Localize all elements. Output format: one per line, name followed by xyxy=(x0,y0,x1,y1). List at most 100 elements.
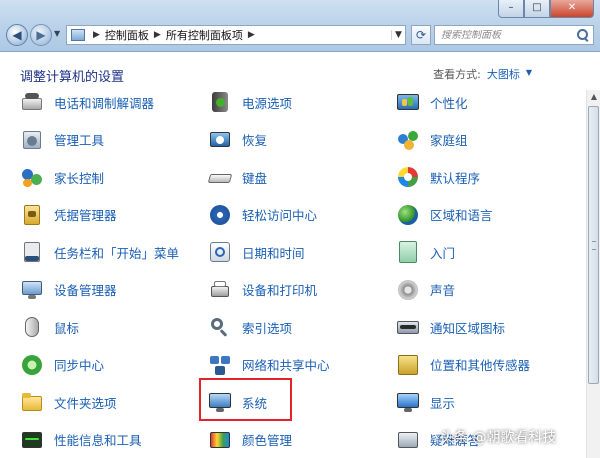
control-panel-item-color-management[interactable]: 颜色管理 xyxy=(208,426,292,454)
control-panel-item-ease-of-access[interactable]: 轻松访问中心 xyxy=(208,201,317,229)
control-panel-item-label: 网络和共享中心 xyxy=(242,358,330,373)
region-language-icon xyxy=(396,203,420,227)
view-by-dropdown[interactable]: 大图标 xyxy=(487,66,520,82)
control-panel-item-recovery[interactable]: 恢复 xyxy=(208,126,267,154)
control-panel-item-folder-options[interactable]: 文件夹选项 xyxy=(20,388,117,416)
control-panel-item-label: 键盘 xyxy=(242,170,268,186)
view-by-control: 查看方式: 大图标 ▼ xyxy=(433,66,532,82)
control-panel-item-indexing-options[interactable]: 索引选项 xyxy=(208,313,292,341)
control-panel-item-getting-started[interactable]: 入门 xyxy=(396,238,455,266)
vertical-scrollbar[interactable]: ▲ xyxy=(586,90,600,458)
control-panel-item-power-options[interactable]: 电源选项 xyxy=(208,90,292,116)
control-panel-item-device-manager[interactable]: 设备管理器 xyxy=(20,276,117,304)
control-panel-item-label: 电话和调制解调器 xyxy=(54,95,155,111)
search-box[interactable] xyxy=(434,25,594,45)
control-panel-item-default-programs[interactable]: 默认程序 xyxy=(396,163,480,191)
refresh-button[interactable]: ⟳ xyxy=(411,25,431,45)
control-panel-item-label: 默认程序 xyxy=(430,170,481,186)
control-panel-item-label: 个性化 xyxy=(430,95,468,111)
control-panel-item-label: 轻松访问中心 xyxy=(242,208,318,223)
window-chrome: – □ ✕ ◀ ▶ ▼ ▶ 控制面板 ▶ 所有控制面板项 ▶ ▼ ⟳ xyxy=(0,0,600,52)
chevron-down-icon[interactable]: ▼ xyxy=(526,68,532,82)
control-panel-item-personalization[interactable]: 个性化 xyxy=(396,90,468,116)
homegroup-icon xyxy=(396,128,420,152)
maximize-button[interactable]: □ xyxy=(524,0,550,18)
control-panel-item-sound[interactable]: 声音 xyxy=(396,276,455,304)
control-panel-item-label: 通知区域图标 xyxy=(430,320,506,336)
control-panel-item-label: 文件夹选项 xyxy=(54,395,117,411)
sync-center-icon xyxy=(20,353,44,377)
address-dropdown-icon[interactable]: ▼ xyxy=(391,30,405,40)
control-panel-item-region-language[interactable]: 区域和语言 xyxy=(396,201,493,229)
page-title: 调整计算机的设置 xyxy=(20,70,125,85)
control-panel-item-homegroup[interactable]: 家庭组 xyxy=(396,126,468,154)
control-panel-item-performance[interactable]: 性能信息和工具 xyxy=(20,426,142,454)
control-panel-item-label: 家长控制 xyxy=(54,170,105,186)
personalization-icon xyxy=(396,90,420,114)
control-panel-item-label: 家庭组 xyxy=(430,133,468,148)
control-panel-items: 电话和调制解调器 电源选项 个性化管理工具 恢复 家庭组家长控制 键盘 默认程序凭据管理器 轻… xyxy=(0,90,586,458)
chevron-right-icon[interactable]: ▶ xyxy=(154,30,161,40)
devices-printers-icon xyxy=(208,278,232,302)
control-panel-item-label: 性能信息和工具 xyxy=(54,433,142,448)
ease-of-access-icon xyxy=(208,203,232,227)
parental-controls-icon xyxy=(20,165,44,189)
window-controls: – □ ✕ xyxy=(498,0,594,18)
network-sharing-icon xyxy=(208,353,232,377)
control-panel-item-label: 区域和语言 xyxy=(430,208,493,223)
color-management-icon xyxy=(208,428,232,452)
control-panel-item-taskbar-start-menu[interactable]: 任务栏和「开始」菜单 xyxy=(20,238,179,266)
search-input[interactable] xyxy=(441,29,571,41)
control-panel-item-label: 任务栏和「开始」菜单 xyxy=(54,245,180,261)
chevron-right-icon[interactable]: ▶ xyxy=(248,30,255,40)
control-panel-item-label: 日期和时间 xyxy=(242,245,305,261)
sound-icon xyxy=(396,278,420,302)
chevron-right-icon[interactable]: ▶ xyxy=(93,30,100,40)
scroll-up-arrow[interactable]: ▲ xyxy=(587,90,600,104)
indexing-options-icon xyxy=(208,315,232,339)
watermark: 头条 @朝歌看科技 xyxy=(440,430,557,446)
search-icon[interactable] xyxy=(577,29,589,41)
control-panel-item-credential-manager[interactable]: 凭据管理器 xyxy=(20,201,117,229)
control-panel-item-admin-tools[interactable]: 管理工具 xyxy=(20,126,104,154)
control-panel-item-display[interactable]: 显示 xyxy=(396,388,455,416)
taskbar-start-menu-icon xyxy=(20,240,44,264)
forward-button[interactable]: ▶ xyxy=(30,24,52,46)
control-panel-item-network-sharing[interactable]: 网络和共享中心 xyxy=(208,351,330,379)
default-programs-icon xyxy=(396,165,420,189)
mouse-icon xyxy=(20,315,44,339)
recovery-icon xyxy=(208,128,232,152)
close-button[interactable]: ✕ xyxy=(550,0,594,18)
notification-area-icon xyxy=(396,315,420,339)
navigation-bar: ◀ ▶ ▼ ▶ 控制面板 ▶ 所有控制面板项 ▶ ▼ ⟳ xyxy=(6,22,594,46)
control-panel-item-location-sensors[interactable]: 位置和其他传感器 xyxy=(396,351,530,379)
control-panel-item-mouse[interactable]: 鼠标 xyxy=(20,313,79,341)
breadcrumb-control-panel[interactable]: 控制面板 xyxy=(105,27,149,43)
control-panel-item-date-time[interactable]: 日期和时间 xyxy=(208,238,305,266)
recent-pages-dropdown[interactable]: ▼ xyxy=(54,29,60,38)
control-panel-item-label: 设备和打印机 xyxy=(242,283,318,298)
control-panel-item-sync-center[interactable]: 同步中心 xyxy=(20,351,104,379)
control-panel-item-label: 位置和其他传感器 xyxy=(430,358,531,373)
address-bar[interactable]: ▶ 控制面板 ▶ 所有控制面板项 ▶ ▼ xyxy=(66,25,406,45)
troubleshooting-icon xyxy=(396,428,420,452)
page-header: 调整计算机的设置 查看方式: 大图标 ▼ xyxy=(0,52,600,90)
control-panel-item-keyboard[interactable]: 键盘 xyxy=(207,163,268,191)
control-panel-item-label: 显示 xyxy=(430,395,456,411)
control-panel-item-devices-printers[interactable]: 设备和打印机 xyxy=(208,276,317,304)
minimize-button[interactable]: – xyxy=(498,0,524,18)
control-panel-item-label: 颜色管理 xyxy=(242,433,293,448)
control-panel-item-phone-modem[interactable]: 电话和调制解调器 xyxy=(20,90,154,116)
scroll-thumb[interactable] xyxy=(588,106,599,384)
breadcrumb-all-items[interactable]: 所有控制面板项 xyxy=(166,27,243,43)
control-panel-item-parental-controls[interactable]: 家长控制 xyxy=(20,163,104,191)
back-button[interactable]: ◀ xyxy=(6,24,28,46)
control-panel-item-label: 声音 xyxy=(430,283,456,298)
control-panel-item-label: 恢复 xyxy=(242,133,268,148)
control-panel-item-label: 入门 xyxy=(430,245,456,261)
control-panel-item-label: 管理工具 xyxy=(54,133,105,148)
control-panel-item-notification-area[interactable]: 通知区域图标 xyxy=(396,313,505,341)
phone-modem-icon xyxy=(20,90,44,114)
control-panel-item-label: 设备管理器 xyxy=(54,283,117,298)
keyboard-icon xyxy=(207,165,233,189)
